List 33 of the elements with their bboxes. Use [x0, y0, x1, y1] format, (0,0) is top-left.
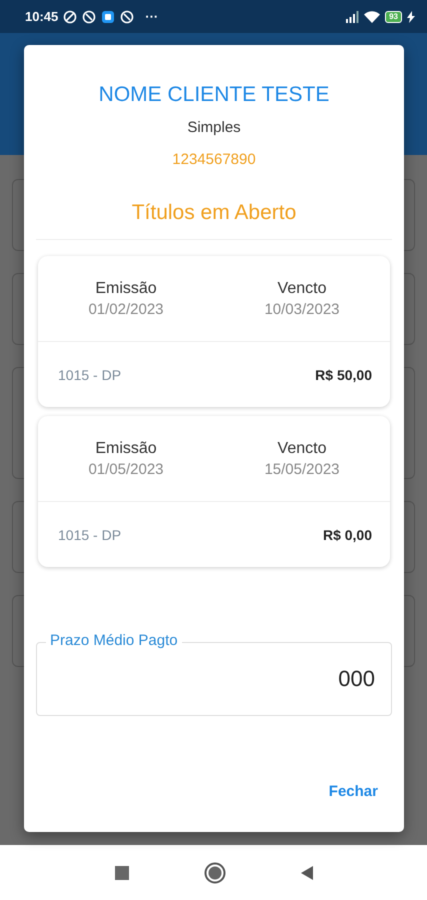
client-type: Simples	[186, 119, 242, 136]
status-time: 10:45	[25, 9, 58, 24]
app-icon	[101, 10, 116, 24]
notification-icon	[82, 10, 96, 24]
close-button[interactable]: Fechar	[322, 776, 384, 806]
battery-level: 93	[385, 10, 402, 22]
document-number: 1015 - DP	[58, 366, 122, 382]
more-notifications: ···	[145, 9, 158, 24]
due-date: 10/03/2023	[264, 300, 340, 318]
notification-icon	[120, 10, 134, 24]
issue-label: Emissão	[95, 440, 157, 458]
back-icon[interactable]	[300, 866, 312, 880]
issue-date: 01/02/2023	[88, 300, 164, 318]
field-label: Prazo Médio Pagto	[46, 632, 182, 650]
field-value: 000	[338, 666, 375, 692]
due-label: Vencto	[278, 280, 326, 298]
document-number: 1015 - DP	[58, 526, 122, 542]
charging-icon	[407, 10, 415, 22]
due-label: Vencto	[278, 440, 326, 458]
wifi-icon	[364, 10, 380, 22]
client-name: NOME CLIENTE TESTE	[98, 82, 330, 108]
amount: R$ 50,00	[315, 366, 372, 382]
average-term-field[interactable]: Prazo Médio Pagto 000	[36, 632, 392, 716]
due-date: 15/05/2023	[264, 460, 340, 478]
home-icon[interactable]	[204, 862, 226, 884]
notification-icon	[63, 10, 78, 24]
client-code: 1234567890	[171, 151, 257, 168]
section-title: Títulos em Aberto	[130, 201, 298, 225]
issue-date: 01/05/2023	[88, 460, 164, 478]
signal-icon	[345, 10, 360, 22]
issue-label: Emissão	[95, 280, 157, 298]
amount: R$ 0,00	[322, 526, 372, 542]
recent-apps-icon[interactable]	[114, 866, 128, 880]
